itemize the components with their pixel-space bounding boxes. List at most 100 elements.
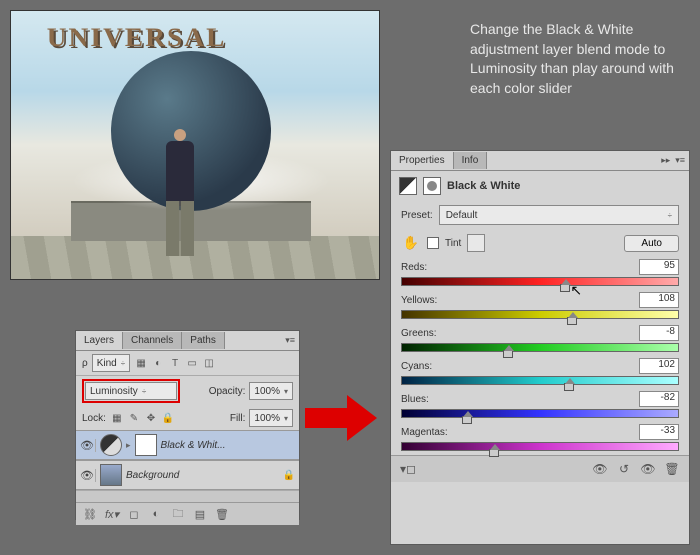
preset-dropdown[interactable]: Default÷ bbox=[439, 205, 679, 225]
tint-label: Tint bbox=[445, 238, 461, 249]
color-track[interactable]: ↖ bbox=[401, 277, 679, 286]
instruction-caption: Change the Black & White adjustment laye… bbox=[470, 20, 680, 98]
color-track[interactable] bbox=[401, 376, 679, 385]
tab-channels[interactable]: Channels bbox=[123, 332, 182, 349]
color-track[interactable] bbox=[401, 310, 679, 319]
fill-label: Fill: bbox=[230, 413, 246, 424]
view-previous-icon[interactable]: 👁 bbox=[591, 461, 609, 477]
reset-icon[interactable]: ↺ bbox=[615, 461, 633, 477]
lock-label: Lock: bbox=[82, 413, 106, 424]
color-track[interactable] bbox=[401, 442, 679, 451]
lock-pos-icon[interactable]: ✥ bbox=[144, 411, 158, 425]
preset-label: Preset: bbox=[401, 210, 433, 221]
cursor-icon: ↖ bbox=[570, 282, 582, 299]
properties-footer: ▾◻ 👁 ↺ 👁 🗑 bbox=[391, 455, 689, 482]
slider-knob[interactable] bbox=[489, 449, 499, 457]
color-name: Magentas: bbox=[401, 427, 448, 438]
mask-mode-icon[interactable] bbox=[423, 177, 441, 195]
panel-menu-icon[interactable]: ▾≡ bbox=[281, 333, 299, 348]
toggle-visibility-icon[interactable]: 👁 bbox=[639, 461, 657, 477]
color-name: Reds: bbox=[401, 262, 427, 273]
layer-name: Background bbox=[126, 470, 179, 481]
tab-layers[interactable]: Layers bbox=[76, 332, 123, 349]
color-slider-reds: Reds: 95 ↖ bbox=[391, 257, 689, 290]
color-slider-cyans: Cyans: 102 bbox=[391, 356, 689, 389]
blend-opacity-row: Luminosity÷ Opacity: 100%▾ bbox=[76, 376, 299, 406]
color-track[interactable] bbox=[401, 343, 679, 352]
layer-name: Black & Whit... bbox=[161, 440, 226, 451]
color-slider-yellows: Yellows:108 bbox=[391, 290, 689, 323]
preset-row: Preset: Default÷ bbox=[391, 201, 689, 229]
color-track[interactable] bbox=[401, 409, 679, 418]
clip-icon[interactable]: ▾◻ bbox=[399, 461, 417, 477]
lock-icon: 🔒 bbox=[283, 470, 295, 481]
mask-thumb bbox=[135, 434, 157, 456]
double-arrow-icon[interactable]: ▸▸ ▾≡ bbox=[657, 153, 689, 168]
layers-tabs: Layers Channels Paths ▾≡ bbox=[76, 331, 299, 351]
link-icon[interactable]: ⛓ bbox=[82, 507, 98, 521]
photo-sign-text: UNIVERSAL bbox=[47, 23, 227, 53]
color-slider-greens: Greens:-8 bbox=[391, 323, 689, 356]
new-layer-icon[interactable]: ▤ bbox=[192, 507, 208, 521]
filter-type-icon[interactable]: T bbox=[168, 356, 182, 370]
tint-swatch[interactable] bbox=[467, 234, 485, 252]
color-name: Blues: bbox=[401, 394, 429, 405]
layers-panel: Layers Channels Paths ▾≡ ρ Kind÷ ▦ ◐ T ▭… bbox=[75, 330, 300, 520]
slider-knob[interactable] bbox=[462, 416, 472, 424]
layer-black-white[interactable]: 👁 ▸ Black & Whit... bbox=[76, 430, 299, 460]
lock-all-icon[interactable]: 🔒 bbox=[161, 411, 175, 425]
opacity-field[interactable]: 100%▾ bbox=[249, 382, 293, 400]
adjustment-thumb bbox=[100, 434, 122, 456]
tab-paths[interactable]: Paths bbox=[182, 332, 225, 349]
lock-pixels-icon[interactable]: ✎ bbox=[127, 411, 141, 425]
filter-kind-dropdown[interactable]: Kind÷ bbox=[92, 354, 130, 372]
properties-header: Black & White bbox=[391, 171, 689, 201]
tutorial-photo: UNIVERSAL bbox=[10, 10, 380, 280]
slider-knob[interactable] bbox=[567, 317, 577, 325]
color-value-input[interactable]: -33 bbox=[639, 424, 679, 440]
visibility-icon[interactable]: 👁 bbox=[80, 439, 96, 452]
tint-checkbox[interactable] bbox=[427, 237, 439, 249]
color-value-input[interactable]: -82 bbox=[639, 391, 679, 407]
trash-icon[interactable]: 🗑 bbox=[663, 461, 681, 477]
auto-button[interactable]: Auto bbox=[624, 235, 679, 252]
color-value-input[interactable]: 102 bbox=[639, 358, 679, 374]
bg-thumb bbox=[100, 464, 122, 486]
blend-mode-dropdown[interactable]: Luminosity÷ bbox=[85, 382, 177, 400]
filter-smart-icon[interactable]: ◫ bbox=[202, 356, 216, 370]
properties-tabs: Properties Info ▸▸ ▾≡ bbox=[391, 151, 689, 171]
layer-background[interactable]: 👁 Background 🔒 bbox=[76, 460, 299, 490]
red-arrow bbox=[305, 395, 377, 441]
fx-icon[interactable]: fx▾ bbox=[104, 507, 120, 521]
filter-adjust-icon[interactable]: ◐ bbox=[151, 356, 165, 370]
color-value-input[interactable]: -8 bbox=[639, 325, 679, 341]
targeted-adjust-icon[interactable]: ✋ bbox=[401, 233, 421, 253]
adjustment-add-icon[interactable]: ◐ bbox=[148, 507, 164, 521]
tab-info[interactable]: Info bbox=[454, 152, 488, 169]
tint-row: ✋ Tint Auto bbox=[391, 229, 689, 257]
layer-filter-row: ρ Kind÷ ▦ ◐ T ▭ ◫ bbox=[76, 351, 299, 376]
properties-title: Black & White bbox=[447, 180, 520, 192]
color-slider-blues: Blues: -82 bbox=[391, 389, 689, 422]
filter-shape-icon[interactable]: ▭ bbox=[185, 356, 199, 370]
mask-add-icon[interactable]: ◻ bbox=[126, 507, 142, 521]
bw-adjustment-icon[interactable] bbox=[399, 177, 417, 195]
layers-footer: ⛓ fx▾ ◻ ◐ 🗀 ▤ 🗑 bbox=[76, 502, 299, 525]
color-value-input[interactable]: 108 bbox=[639, 292, 679, 308]
color-value-input[interactable]: 95 bbox=[639, 259, 679, 275]
trash-icon[interactable]: 🗑 bbox=[214, 507, 230, 521]
group-icon[interactable]: 🗀 bbox=[170, 507, 186, 521]
properties-panel: Properties Info ▸▸ ▾≡ Black & White Pres… bbox=[390, 150, 690, 545]
lock-fill-row: Lock: ▦ ✎ ✥ 🔒 Fill: 100%▾ bbox=[76, 406, 299, 430]
color-name: Cyans: bbox=[401, 361, 432, 372]
fill-field[interactable]: 100%▾ bbox=[249, 409, 293, 427]
filter-pixel-icon[interactable]: ▦ bbox=[134, 356, 148, 370]
slider-knob[interactable] bbox=[564, 383, 574, 391]
visibility-icon[interactable]: 👁 bbox=[80, 469, 96, 482]
color-slider-magentas: Magentas: -33 bbox=[391, 422, 689, 455]
slider-knob[interactable] bbox=[503, 350, 513, 358]
slider-knob[interactable] bbox=[560, 284, 570, 292]
opacity-label: Opacity: bbox=[209, 386, 246, 397]
tab-properties[interactable]: Properties bbox=[391, 152, 454, 169]
lock-trans-icon[interactable]: ▦ bbox=[110, 411, 124, 425]
